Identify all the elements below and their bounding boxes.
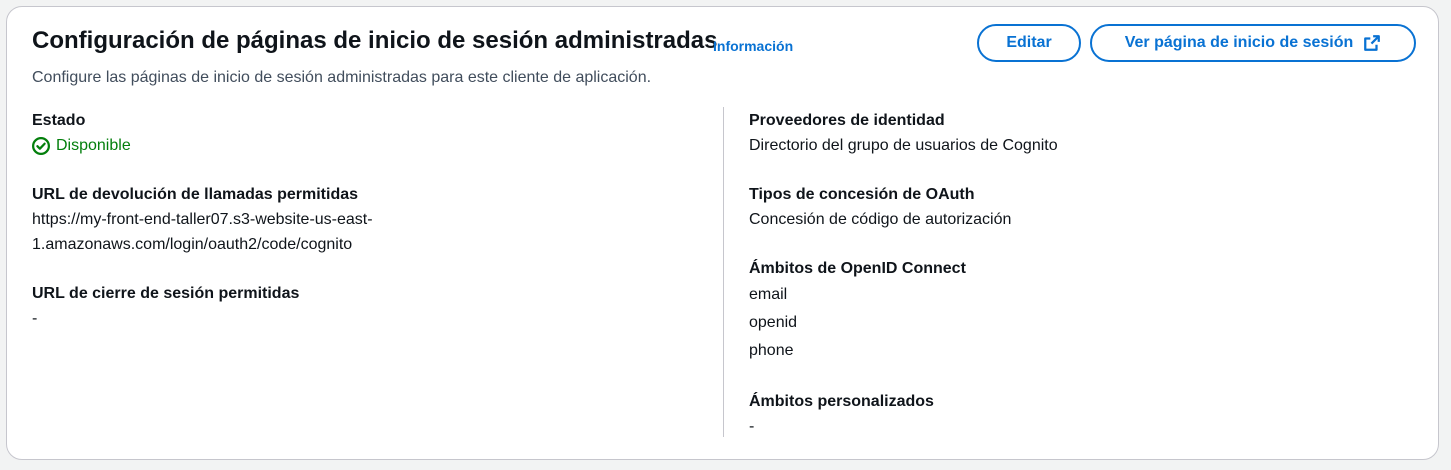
oauth-grant-types-field: Tipos de concesión de OAuth Concesión de…	[749, 183, 1058, 232]
custom-scopes-field: Ámbitos personalizados -	[749, 390, 1058, 439]
column-divider	[723, 107, 724, 437]
edit-button-label: Editar	[1006, 34, 1052, 51]
openid-scopes-label: Ámbitos de OpenID Connect	[749, 260, 966, 277]
status-badge: Disponible	[32, 133, 373, 158]
callback-urls-field: URL de devolución de llamadas permitidas…	[32, 183, 373, 257]
scope-item: phone	[749, 342, 794, 359]
callback-url-line-1: https://my-front-end-taller07.s3-website…	[32, 211, 373, 228]
check-circle-icon	[32, 136, 50, 155]
signout-urls-field: URL de cierre de sesión permitidas -	[32, 282, 373, 331]
view-login-page-button-label: Ver página de inicio de sesión	[1124, 34, 1354, 51]
edit-button[interactable]: Editar	[977, 24, 1081, 62]
left-column: Estado Disponible URL de devolución de l…	[32, 109, 373, 356]
status-label: Estado	[32, 112, 86, 129]
managed-login-settings-panel: Configuración de páginas de inicio de se…	[6, 6, 1439, 460]
identity-providers-field: Proveedores de identidad Directorio del …	[749, 109, 1058, 158]
status-field: Estado Disponible	[32, 109, 373, 158]
callback-url-line-2: 1.amazonaws.com/login/oauth2/code/cognit…	[32, 236, 353, 253]
identity-providers-label: Proveedores de identidad	[749, 112, 945, 129]
panel-title: Configuración de páginas de inicio de se…	[32, 27, 718, 54]
scope-item: openid	[749, 314, 798, 331]
info-link[interactable]: Información	[713, 38, 793, 54]
right-column: Proveedores de identidad Directorio del …	[749, 109, 1058, 464]
signout-urls-label: URL de cierre de sesión permitidas	[32, 285, 300, 302]
identity-providers-value: Directorio del grupo de usuarios de Cogn…	[749, 137, 1058, 154]
callback-urls-label: URL de devolución de llamadas permitidas	[32, 186, 359, 203]
custom-scopes-label: Ámbitos personalizados	[749, 393, 934, 410]
oauth-grant-types-label: Tipos de concesión de OAuth	[749, 186, 975, 203]
panel-description: Configure las páginas de inicio de sesió…	[32, 69, 652, 86]
external-link-icon	[1364, 35, 1381, 51]
status-value: Disponible	[56, 137, 131, 154]
openid-scopes-field: Ámbitos de OpenID Connect email openid p…	[749, 257, 1058, 365]
scope-item: email	[749, 286, 788, 303]
signout-urls-value: -	[32, 310, 38, 327]
custom-scopes-value: -	[749, 418, 755, 435]
view-login-page-button[interactable]: Ver página de inicio de sesión	[1090, 24, 1416, 62]
oauth-grant-types-value: Concesión de código de autorización	[749, 211, 1012, 228]
